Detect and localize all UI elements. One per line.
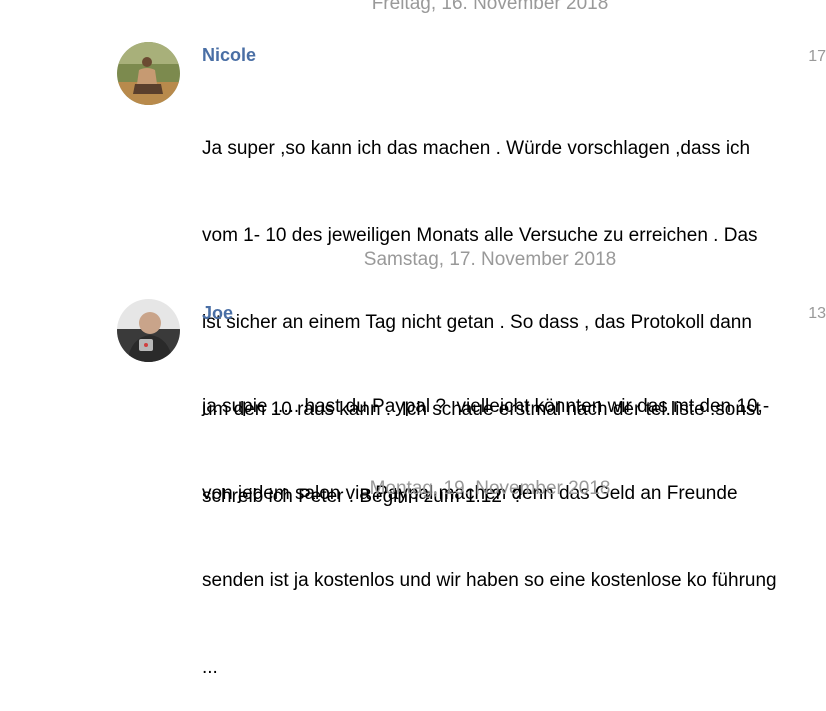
message-line: ja supie ..... hast du Paypal ? vielleic… — [202, 396, 770, 417]
message-line: Ja super ,so kann ich das machen . Würde… — [202, 138, 751, 159]
message-line: ist sicher an einem Tag nicht getan . So… — [202, 312, 752, 333]
avatar[interactable] — [117, 42, 180, 105]
message-time: 13 — [808, 305, 826, 322]
message-text: ja supie ..... hast du Paypal ? vielleic… — [202, 334, 802, 711]
avatar-photo-nicole — [117, 42, 180, 105]
date-separator: Freitag, 16. November 2018 — [371, 0, 609, 14]
message-line: vom 1- 10 des jeweiligen Monats alle Ver… — [202, 225, 758, 246]
message-author[interactable]: Joe — [202, 303, 233, 324]
message-time: 17 — [808, 48, 826, 65]
avatar-photo-joe — [117, 299, 180, 362]
message-line: ... — [202, 657, 218, 678]
date-separator: Montag, 19. November 2018 — [369, 478, 611, 499]
message-author[interactable]: Nicole — [202, 45, 256, 66]
avatar[interactable] — [117, 299, 180, 362]
date-separator: Samstag, 17. November 2018 — [363, 249, 617, 270]
message-line: senden ist ja kostenlos und wir haben so… — [202, 570, 777, 591]
